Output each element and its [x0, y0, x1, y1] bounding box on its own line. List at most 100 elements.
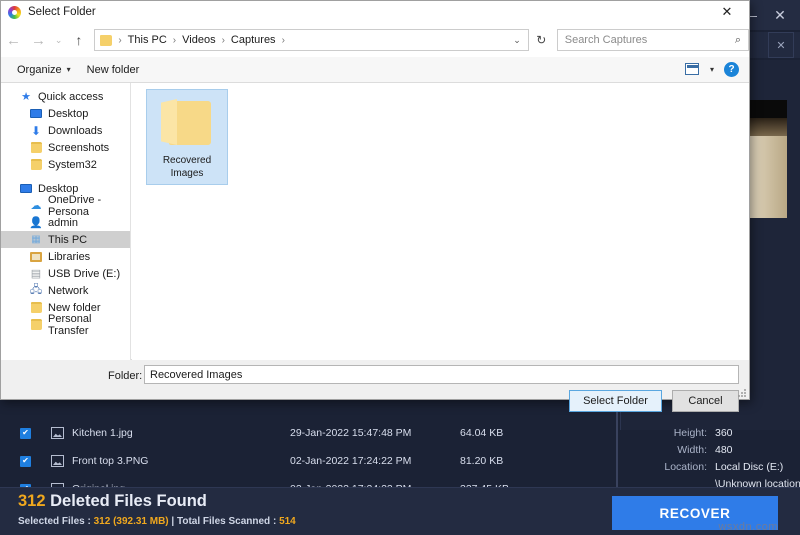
dialog-footer: Folder: Recovered Images Select Folder C… [1, 360, 749, 412]
address-chevron-down-icon[interactable]: ⌄ [513, 35, 521, 46]
table-row[interactable]: ✔ Front top 3.PNG 02-Jan-2022 17:24:22 P… [0, 448, 620, 474]
image-file-icon [51, 427, 64, 439]
organize-chevron-down-icon[interactable]: ▾ [67, 65, 71, 74]
sidebar-item-label: Network [48, 284, 89, 297]
breadcrumb-item-captures[interactable]: Captures [231, 34, 276, 46]
view-layout-icon[interactable] [685, 63, 699, 75]
table-row[interactable]: ✔ Kitchen 1.jpg 29-Jan-2022 15:47:48 PM … [0, 420, 620, 446]
sidebar: ★ Quick access Desktop ⬇ Downloads Scree… [1, 83, 131, 360]
sidebar-item-label: This PC [48, 233, 88, 246]
file-date: 02-Jan-2022 17:24:22 PM [290, 455, 412, 467]
breadcrumb-item-this-pc[interactable]: This PC [128, 34, 167, 46]
preview-details: Height: 360 Width: 480 Location: Local D… [621, 425, 800, 493]
deleted-files-count: 312 [18, 492, 46, 510]
navigation-bar: ← → ⌄ ↑ › This PC › Videos › Captures › … [1, 23, 749, 57]
sidebar-item-downloads[interactable]: ⬇ Downloads [1, 122, 130, 139]
back-icon[interactable]: ← [1, 32, 26, 49]
close-icon[interactable]: ✕ [766, 0, 794, 30]
organize-button[interactable]: Organize [17, 64, 62, 76]
sidebar-item-this-pc[interactable]: ▦ This PC [1, 231, 130, 248]
image-file-icon [51, 455, 64, 467]
breadcrumb-item-videos[interactable]: Videos [182, 34, 215, 46]
selected-files-count: 312 [93, 516, 111, 527]
selection-summary: Selected Files : 312 (392.31 MB) | Total… [18, 516, 296, 527]
scanned-count: 514 [279, 516, 296, 527]
resize-grip[interactable] [738, 389, 747, 398]
dialog-close-icon[interactable]: ✕ [705, 1, 749, 23]
cancel-button[interactable]: Cancel [672, 390, 739, 412]
sidebar-item-label: Libraries [48, 250, 91, 263]
sidebar-item-label: Quick access [38, 90, 104, 103]
app-logo-icon [8, 5, 21, 19]
breadcrumb-separator: › [172, 34, 177, 46]
file-date: 29-Jan-2022 15:47:48 PM [290, 427, 412, 439]
address-bar[interactable]: › This PC › Videos › Captures › ⌄ [94, 29, 529, 51]
file-name: Front top 3.PNG [72, 455, 149, 467]
folder-content-area[interactable]: Recovered Images [132, 83, 749, 360]
folder-icon [29, 301, 43, 314]
folder-item-recovered-images[interactable]: Recovered Images [146, 89, 228, 185]
detail-key: Width: [677, 444, 707, 456]
forward-icon[interactable]: → [26, 32, 51, 49]
row-checkbox[interactable]: ✔ [20, 455, 31, 467]
detail-row: Location: Local Disc (E:) [621, 459, 800, 476]
detail-row: Height: 360 [621, 425, 800, 442]
status-bar: 312 Deleted Files Found Selected Files :… [0, 487, 800, 535]
usb-icon: ▤ [30, 268, 42, 280]
watermark-text: wsxdn.com [718, 521, 778, 533]
dialog-title: Select Folder [28, 6, 96, 18]
history-chevron-down-icon[interactable]: ⌄ [51, 35, 66, 46]
desktop-icon [19, 182, 33, 195]
detail-value: Local Disc (E:) [715, 461, 784, 473]
download-icon: ⬇ [30, 123, 42, 138]
selected-files-label: Selected Files : [18, 516, 94, 527]
folder-field-label: Folder: [108, 370, 143, 382]
help-icon[interactable]: ? [724, 62, 739, 77]
refresh-icon[interactable]: ↻ [529, 33, 554, 47]
sidebar-item-desktop[interactable]: Desktop [1, 105, 130, 122]
breadcrumb-separator: › [281, 34, 285, 46]
selected-files-size: (392.31 MB) [113, 516, 169, 527]
sidebar-item-label: Downloads [48, 124, 103, 137]
sidebar-item-screenshots[interactable]: Screenshots [1, 139, 130, 156]
view-chevron-down-icon[interactable]: ▾ [710, 65, 714, 74]
sidebar-item-system32[interactable]: System32 [1, 156, 130, 173]
folder-label-line2: Images [170, 168, 204, 179]
cloud-icon: ☁ [30, 200, 42, 212]
folder-icon [29, 158, 43, 171]
sidebar-item-network[interactable]: 🖧 Network [1, 282, 130, 299]
row-checkbox[interactable]: ✔ [20, 427, 31, 439]
sidebar-item-label: OneDrive - Persona [48, 193, 102, 218]
new-folder-button[interactable]: New folder [87, 64, 140, 76]
folder-icon [100, 34, 113, 46]
sidebar-item-label: USB Drive (E:) [48, 267, 121, 280]
search-placeholder: Search Captures [564, 34, 648, 46]
breadcrumb-separator: › [221, 34, 225, 46]
folder-name-value: Recovered Images [150, 368, 243, 381]
file-size: 81.20 KB [460, 455, 504, 467]
network-icon: 🖧 [29, 284, 43, 296]
detail-value: 480 [715, 444, 733, 456]
sidebar-item-onedrive[interactable]: ☁ OneDrive - Persona [1, 194, 130, 218]
folder-icon [161, 99, 213, 147]
search-input[interactable]: Search Captures ⌕ [556, 29, 749, 51]
detail-key: Location: [664, 461, 707, 473]
sidebar-item-usb-drive[interactable]: ▤ USB Drive (E:) [1, 265, 130, 282]
summary-separator: | [168, 516, 177, 527]
select-folder-button[interactable]: Select Folder [569, 390, 662, 412]
folder-label-line1: Recovered [162, 155, 212, 166]
star-icon: ★ [21, 91, 31, 103]
folder-icon [29, 141, 43, 154]
file-list: ✔ Kitchen 1.jpg 29-Jan-2022 15:47:48 PM … [0, 410, 620, 495]
file-size: 64.04 KB [460, 427, 504, 439]
sidebar-item-quick-access[interactable]: ★ Quick access [1, 88, 130, 105]
sidebar-item-libraries[interactable]: Libraries [1, 248, 130, 265]
folder-item-label: Recovered Images [163, 154, 211, 180]
desktop-icon [29, 107, 43, 120]
breadcrumb-separator: › [118, 34, 122, 46]
dialog-toolbar: Organize ▾ New folder ▾ ? [1, 57, 749, 83]
folder-name-input[interactable]: Recovered Images [144, 365, 739, 384]
sidebar-item-personal-transfer[interactable]: Personal Transfer [1, 313, 130, 337]
sub-close-icon[interactable]: ✕ [768, 32, 794, 58]
up-icon[interactable]: ↑ [66, 32, 91, 48]
